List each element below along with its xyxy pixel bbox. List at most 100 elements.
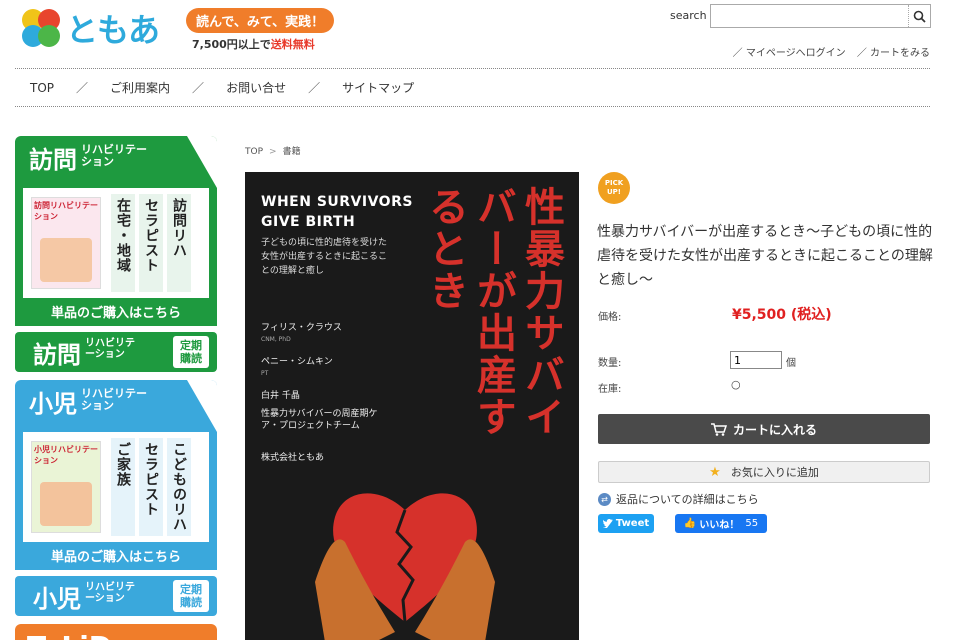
product-title: 性暴力サバイバーが出産するとき～子どもの頃に性的虐待を受けた女性が出産するときに… <box>597 224 933 288</box>
quantity-label: 数量: <box>598 358 622 369</box>
banner-column-2: セラピスト <box>139 194 163 292</box>
author2-note: PT <box>261 370 269 377</box>
add-to-cart-button[interactable]: カートに入れる <box>598 414 930 444</box>
cover-illustration <box>40 482 92 526</box>
book-english-title: WHEN SURVIVORS GIVE BIRTH <box>261 194 413 230</box>
subscription-tag: 定期購読 <box>173 336 209 368</box>
like-count: 55 <box>745 518 759 529</box>
promo-amount: 7,500円以上で <box>192 38 271 51</box>
add-to-favorites-label: お気に入りに追加 <box>730 466 819 479</box>
pediatric-rehab-subscription-banner[interactable]: 小児 リハビリテーション 定期購読 <box>15 576 217 616</box>
search-input[interactable] <box>711 5 908 27</box>
breadcrumb-books[interactable]: 書籍 <box>283 147 301 157</box>
cover-title: 小児リハビリテーション <box>34 445 98 465</box>
cart-icon <box>710 422 727 436</box>
promo-sub: 7,500円以上で送料無料 <box>192 36 334 52</box>
twitter-bird-icon <box>602 519 613 528</box>
banner-column-3: ご家族 <box>111 438 135 536</box>
book-subtitle: 子どもの頃に性的虐待を受けた女性が出産するときに起こることの理解と癒し <box>261 238 388 276</box>
banner-head-small: リハビリテーション <box>81 143 147 168</box>
subscription-tag: 定期購読 <box>173 580 209 612</box>
search-box <box>710 4 931 28</box>
home-rehab-subscription-banner[interactable]: 訪問 リハビリテーション 定期購読 <box>15 332 217 372</box>
return-icon: ⇄ <box>598 492 611 506</box>
banner-head: 小児 リハビリテーション <box>15 380 217 432</box>
tweet-button[interactable]: Tweet <box>598 514 654 533</box>
stock-label: 在庫: <box>598 384 622 395</box>
pediatric-rehab-single-banner[interactable]: 小児 リハビリテーション 小児リハビリテーション ご家族 セラピスト こどものリハ… <box>15 380 217 570</box>
nav-contact[interactable]: お問い合せ <box>226 79 286 96</box>
nav-sitemap[interactable]: サイトマップ <box>342 79 414 96</box>
book-team: 性暴力サバイバーの周産期ケア・プロジェクトチーム <box>261 409 378 431</box>
mypage-login-link[interactable]: ／ マイページへログイン <box>733 48 846 59</box>
small-banner-name: 訪問 リハビリテーション <box>33 335 141 370</box>
banner-corner <box>187 380 217 432</box>
search-icon <box>913 10 926 23</box>
promo-free: 送料無料 <box>270 38 315 51</box>
book-translator: 白井 千晶 <box>261 391 300 401</box>
star-icon: ★ <box>709 464 721 480</box>
banner-head-small: リハビリテーション <box>81 387 147 412</box>
quantity-unit: 個 <box>786 358 796 369</box>
banner-column-2: セラピスト <box>139 438 163 536</box>
like-label: いいね！ <box>699 520 740 531</box>
stock-status: ○ <box>731 378 741 391</box>
return-policy-link[interactable]: ⇄ 返品についての詳細はこちら <box>598 491 759 507</box>
banner-head-big: 訪問 <box>29 146 77 174</box>
view-cart-link[interactable]: ／ カートをみる <box>857 48 930 59</box>
sidebar: 訪問 リハビリテーション 訪問リハビリテーション 在宅・地域 セラピスト 訪問リハ… <box>15 136 217 640</box>
return-policy-label: 返品についての詳細はこちら <box>616 493 759 506</box>
home-rehab-single-banner[interactable]: 訪問 リハビリテーション 訪問リハビリテーション 在宅・地域 セラピスト 訪問リハ… <box>15 136 217 326</box>
banner-column-1: 訪問リハ <box>167 194 191 292</box>
pickup-badge: PICK UP! <box>598 172 630 204</box>
quantity-input[interactable] <box>730 351 782 369</box>
cover-title: 訪問リハビリテーション <box>34 201 98 221</box>
shipping-promo: 読んで、みて、実践！ 7,500円以上で送料無料 <box>186 8 335 52</box>
account-links: ／ マイページへログイン ／ カートをみる <box>725 44 930 59</box>
book-author-2: ペニー・シムキン PT <box>261 356 333 380</box>
book-japanese-title: 性暴力サバイバーが出産するとき <box>422 186 564 438</box>
small-banner-big: 訪問 <box>33 340 81 369</box>
tweet-label: Tweet <box>615 518 650 529</box>
site-logo[interactable]: ともあ <box>20 6 180 50</box>
small-banner-name: 小児 リハビリテーション <box>33 579 141 614</box>
book-cover-image: WHEN SURVIVORS GIVE BIRTH 子どもの頃に性的虐待を受けた… <box>245 172 579 640</box>
author1-note: CNM, PhD <box>261 336 291 343</box>
banner-foot: 単品のご購入はこちら <box>50 550 181 565</box>
small-banner-small: リハビリテーション <box>85 337 135 360</box>
price-label: 価格: <box>598 312 622 323</box>
facebook-like-button[interactable]: 👍 いいね！ 55 <box>675 514 767 533</box>
breadcrumb: TOP > 書籍 <box>245 144 301 157</box>
logo-mark-icon <box>20 7 62 49</box>
product-price: ¥5,500 (税込) <box>732 307 832 323</box>
author1-name: フィリス・クラウス <box>261 323 342 333</box>
promo-pill: 読んで、みて、実践！ <box>186 8 335 33</box>
banner-head: 訪問 リハビリテーション <box>15 136 217 188</box>
banner-foot: 単品のご購入はこちら <box>50 306 181 321</box>
magazine-cover-image: 小児リハビリテーション <box>31 441 101 533</box>
search-label: search <box>670 9 707 22</box>
add-to-favorites-button[interactable]: ★ お気に入りに追加 <box>598 461 930 483</box>
nav-separator: ／ <box>192 81 205 95</box>
nav-guide[interactable]: ご利用案内 <box>110 79 170 96</box>
banner-corner <box>187 136 217 188</box>
breadcrumb-separator: > <box>269 147 277 157</box>
book-author-1: フィリス・クラウス CNM, PhD <box>261 322 342 346</box>
cover-illustration <box>40 238 92 282</box>
breadcrumb-top[interactable]: TOP <box>245 147 263 157</box>
search-button[interactable] <box>908 5 930 27</box>
banner-body: 訪問リハビリテーション 在宅・地域 セラピスト 訪問リハ <box>23 188 209 298</box>
nav-separator: ／ <box>76 81 89 95</box>
broken-heart-illustration <box>315 493 495 640</box>
author2-name: ペニー・シムキン <box>261 357 333 367</box>
telide-banner[interactable]: TeLiDe <box>15 624 217 640</box>
add-to-cart-label: カートに入れる <box>732 422 817 437</box>
banner-column-3: 在宅・地域 <box>111 194 135 292</box>
banner-body: 小児リハビリテーション ご家族 セラピスト こどものリハ <box>23 432 209 542</box>
logo-text: ともあ <box>66 11 160 49</box>
thumbs-up-icon: 👍 <box>683 518 697 529</box>
banner-head-big: 小児 <box>29 390 77 418</box>
nav-top[interactable]: TOP <box>30 81 54 95</box>
book-publisher: 株式会社ともあ <box>261 453 325 463</box>
global-nav: TOP ／ ご利用案内 ／ お問い合せ ／ サイトマップ <box>30 79 414 96</box>
